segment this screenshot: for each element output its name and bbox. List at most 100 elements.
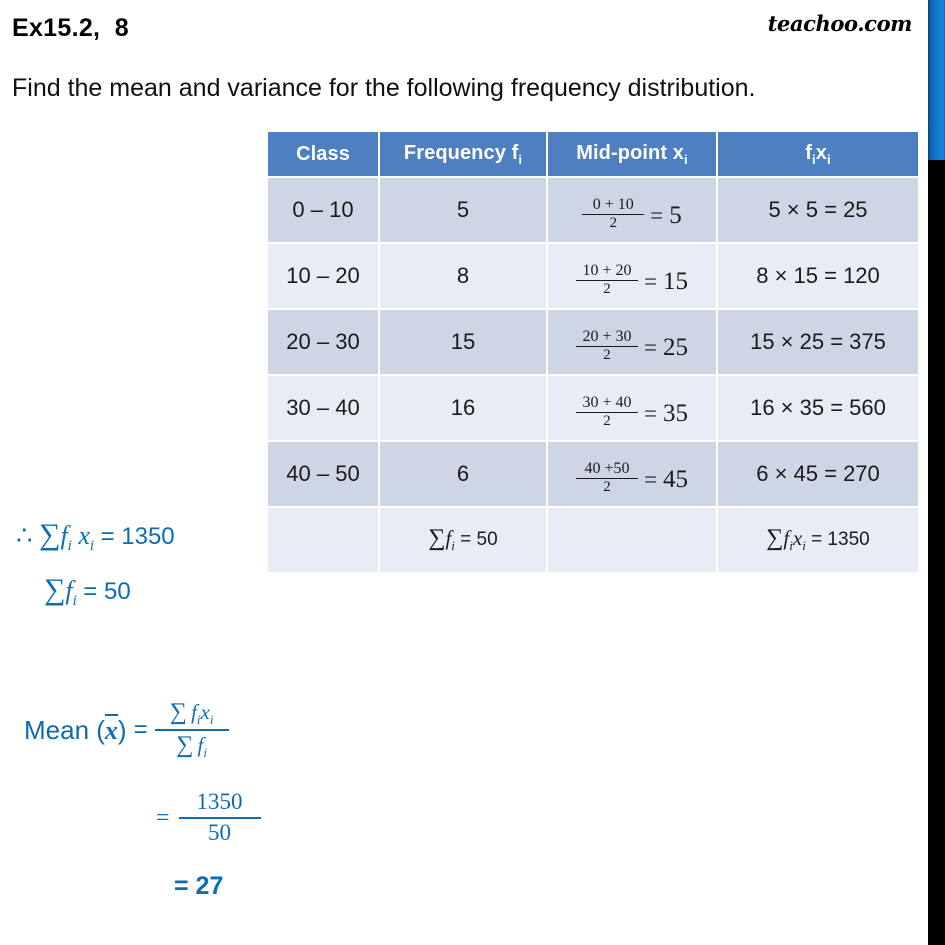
cell-total-fx: ∑fixi = 1350 <box>718 508 918 572</box>
mean-formula-numerator: ∑ fixi <box>164 699 220 729</box>
right-edge-blue-segment <box>928 0 945 160</box>
mean-result: = 27 <box>174 872 224 901</box>
midpoint-fraction: 40 +50 2 <box>576 459 638 496</box>
midpoint-denominator: 2 <box>603 413 611 429</box>
table-row: 40 – 50 6 40 +50 2 = 45 6 × 45 = 270 <box>268 442 918 506</box>
midpoint-equals: = <box>644 334 657 360</box>
sigma-icon: ∑ <box>44 573 66 606</box>
cell-midpoint: 10 + 20 2 = 15 <box>548 244 716 308</box>
midpoint-numerator: 40 +50 <box>584 459 630 477</box>
table-totals-row: ∑fi = 50 ∑fixi = 1350 <box>268 508 918 572</box>
midpoint-equals: = <box>644 268 657 294</box>
column-header-frequency-sub: i <box>518 151 523 167</box>
midpoint-denominator: 2 <box>609 215 618 231</box>
column-header-fx-x: x <box>815 141 827 164</box>
conclusion-sum-f: ∑fi = 50 <box>44 573 131 610</box>
conclusion-f-value: = 50 <box>83 578 131 605</box>
page-title: Ex15.2, 8 <box>12 14 129 42</box>
table-header-row: Class Frequency fi Mid-point xi fixi <box>268 132 918 176</box>
cell-frequency: 5 <box>380 178 546 242</box>
table-row: 20 – 30 15 20 + 30 2 = 25 15 × 25 = 375 <box>268 310 918 374</box>
mean-label: Mean (x) <box>24 714 127 746</box>
cell-class: 40 – 50 <box>268 442 378 506</box>
total-f-value: = 50 <box>460 529 498 551</box>
cell-total-midpoint-empty <box>548 508 716 572</box>
column-header-frequency: Frequency fi <box>380 132 546 176</box>
midpoint-value: 15 <box>662 267 688 295</box>
mean-label-text: Mean ( <box>24 715 105 746</box>
mean-calculation-block: Mean (x) = ∑ fixi ∑ fi = 1350 50 = 27 <box>24 699 261 901</box>
midpoint-fraction: 10 + 20 2 <box>576 261 638 298</box>
cell-total-class-empty <box>268 508 378 572</box>
therefore-icon: ∴ <box>16 521 33 550</box>
conclusion-f-sub: i <box>72 593 77 610</box>
mean-formula-fraction: ∑ fixi ∑ fi <box>154 699 229 760</box>
total-fx-x: x <box>792 526 803 551</box>
question-text: Find the mean and variance for the follo… <box>12 74 756 102</box>
table-row: 10 – 20 8 10 + 20 2 = 15 8 × 15 = 120 <box>268 244 918 308</box>
midpoint-denominator: 2 <box>603 479 611 495</box>
midpoint-value: 25 <box>662 333 688 361</box>
total-f-sub: i <box>451 538 455 554</box>
midpoint-denominator: 2 <box>603 347 611 363</box>
midpoint-value: 5 <box>669 201 682 229</box>
column-header-fx-x-sub: i <box>827 151 831 167</box>
cell-frequency: 15 <box>380 310 546 374</box>
midpoint-value: 35 <box>662 399 688 427</box>
midpoint-value: 45 <box>662 465 688 493</box>
cell-frequency: 16 <box>380 376 546 440</box>
cell-midpoint: 20 + 30 2 = 25 <box>548 310 716 374</box>
conclusion-f-var: f <box>65 576 73 605</box>
total-fx-x-sub: i <box>802 538 806 554</box>
midpoint-numerator: 10 + 20 <box>582 261 632 279</box>
midpoint-denominator: 2 <box>603 281 611 297</box>
midpoint-numerator: 0 + 10 <box>592 195 634 213</box>
mean-numeric-line: = 1350 50 <box>156 790 261 846</box>
cell-class: 30 – 40 <box>268 376 378 440</box>
cell-frequency: 6 <box>380 442 546 506</box>
cell-midpoint: 40 +50 2 = 45 <box>548 442 716 506</box>
midpoint-numerator: 20 + 30 <box>582 327 632 345</box>
mean-label-close: ) <box>117 715 127 746</box>
conclusion-fx-x-sub: i <box>89 538 95 555</box>
cell-fx: 6 × 45 = 270 <box>718 442 918 506</box>
conclusion-fx-f: f <box>60 521 68 550</box>
mean-numeric-numerator: 1350 <box>196 789 243 815</box>
total-fx-value: = 1350 <box>811 529 870 551</box>
cell-class: 0 – 10 <box>268 178 378 242</box>
cell-class: 20 – 30 <box>268 310 378 374</box>
cell-fx: 8 × 15 = 120 <box>718 244 918 308</box>
conclusion-fx-value: = 1350 <box>100 523 175 550</box>
mean-numeric-denominator: 50 <box>208 820 232 846</box>
midpoint-fraction: 20 + 30 2 <box>576 327 638 364</box>
cell-class: 10 – 20 <box>268 244 378 308</box>
sigma-icon: ∑ <box>176 732 194 759</box>
column-header-frequency-label: Frequency f <box>403 141 519 164</box>
midpoint-numerator: 30 + 40 <box>582 393 632 411</box>
midpoint-equals: = <box>644 400 657 426</box>
frequency-distribution-table: Class Frequency fi Mid-point xi fixi 0 –… <box>266 130 920 574</box>
mean-den-f-sub: i <box>203 745 207 761</box>
column-header-class-label: Class <box>296 142 350 165</box>
table-row: 0 – 10 5 0 + 10 2 = 5 5 × 5 = 25 <box>268 178 918 242</box>
sigma-icon: ∑ <box>169 699 187 725</box>
column-header-midpoint-sub: i <box>684 151 688 167</box>
cell-total-frequency: ∑fi = 50 <box>380 508 546 572</box>
sigma-icon: ∑ <box>766 525 784 552</box>
table-row: 30 – 40 16 30 + 40 2 = 35 16 × 35 = 560 <box>268 376 918 440</box>
conclusion-fx-f-sub: i <box>67 538 72 555</box>
conclusion-sum-fx: ∴ ∑fi xi = 1350 <box>16 518 175 555</box>
mean-formula-denominator: ∑ fi <box>176 731 207 760</box>
column-header-fx: fixi <box>718 132 918 176</box>
mean-formula-line: Mean (x) = ∑ fixi ∑ fi <box>24 699 261 760</box>
cell-midpoint: 0 + 10 2 = 5 <box>548 178 716 242</box>
cell-frequency: 8 <box>380 244 546 308</box>
mean-numeric-fraction: 1350 50 <box>178 789 261 846</box>
sigma-icon: ∑ <box>428 525 446 552</box>
mean-num-x: x <box>200 700 210 724</box>
sigma-icon: ∑ <box>39 518 61 551</box>
mean-equals: = <box>133 716 148 744</box>
midpoint-fraction: 30 + 40 2 <box>576 393 638 430</box>
cell-midpoint: 30 + 40 2 = 35 <box>548 376 716 440</box>
mean-num-x-sub: i <box>209 712 214 728</box>
